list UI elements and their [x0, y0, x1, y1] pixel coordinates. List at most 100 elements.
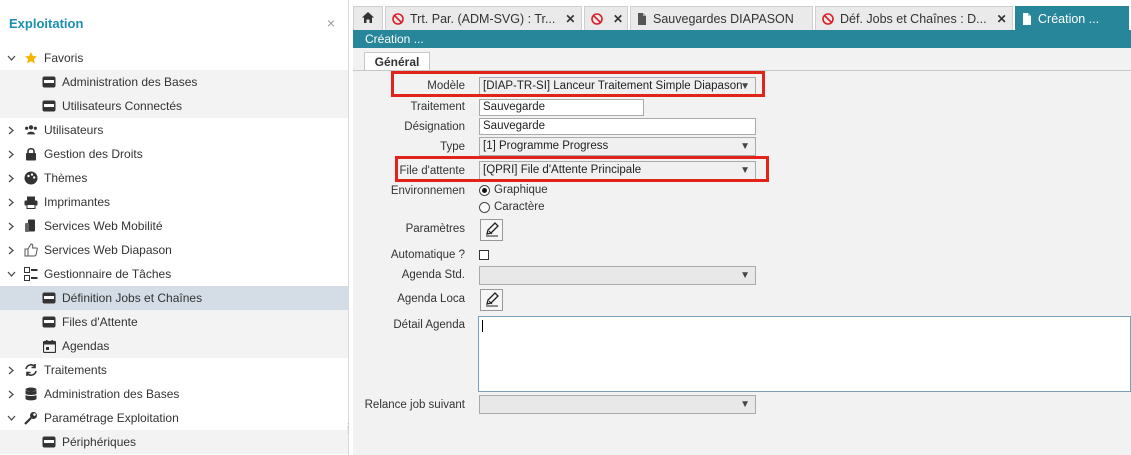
relance-select[interactable]: ▼: [479, 395, 756, 414]
blocked-icon: [822, 12, 834, 25]
sidebar-close-button[interactable]: ×: [327, 15, 335, 31]
lock-icon: [24, 147, 38, 161]
tab-close-icon[interactable]: ✕: [613, 12, 623, 26]
sidebar-item-label: Services Web Diapason: [44, 243, 172, 257]
tab-def-jobs[interactable]: Déf. Jobs et Chaînes : D... ✕: [815, 6, 1013, 30]
tab-sauvegardes[interactable]: Sauvegardes DIAPASON: [630, 6, 813, 30]
chevron-down-icon[interactable]: [4, 415, 18, 421]
wrench-icon: [24, 411, 38, 425]
radio-indicator: [479, 184, 490, 196]
sidebar-item-label: Administration des Bases: [62, 75, 198, 89]
chevron-right-icon[interactable]: [4, 174, 18, 183]
resize-grip[interactable]: ⋮ ⋮: [344, 423, 352, 445]
sidebar-item-label: Gestionnaire de Tâches: [44, 267, 172, 281]
chevron-right-icon[interactable]: [4, 366, 18, 375]
agenda-std-select[interactable]: ▼: [479, 266, 756, 285]
sidebar-item-label: Utilisateurs Connectés: [62, 99, 183, 113]
sidebar-item-definition-jobs-et-chaines[interactable]: Définition Jobs et Chaînes: [0, 286, 348, 310]
tab-home[interactable]: [353, 6, 383, 30]
users-icon: [24, 123, 38, 137]
sidebar-item-agendas[interactable]: Agendas: [0, 334, 348, 358]
tab-creation[interactable]: Création ...: [1015, 6, 1129, 30]
type-select[interactable]: [1] Programme Progress ▼: [479, 137, 756, 156]
edit-pen-icon: [484, 221, 500, 240]
chevron-down-icon[interactable]: [4, 271, 18, 277]
sidebar-item-traitements[interactable]: Traitements: [0, 358, 348, 382]
window-icon: [42, 99, 56, 113]
sidebar-item-label: Agendas: [62, 339, 110, 353]
sidebar-item-administration-des-bases[interactable]: Administration des Bases: [0, 382, 348, 406]
chevron-right-icon[interactable]: [4, 222, 18, 231]
sidebar-item-peripheriques[interactable]: Périphériques: [0, 430, 348, 454]
radio-indicator: [479, 201, 490, 213]
sidebar-item-label: Paramétrage Exploitation: [44, 411, 179, 425]
tasks-icon: [24, 267, 38, 281]
sidebar-item-themes[interactable]: Thèmes: [0, 166, 348, 190]
sidebar-item-favoris[interactable]: Favoris: [0, 46, 348, 70]
blocked-icon: [591, 12, 603, 25]
chevron-down-icon: ▼: [740, 141, 750, 152]
document-icon: [637, 12, 647, 25]
sidebar-item-label: Traitements: [44, 363, 107, 377]
calendar-icon: [42, 339, 56, 353]
radio-graphique-label: Graphique: [494, 184, 548, 196]
star-icon: [24, 51, 38, 65]
traitement-input[interactable]: Sauvegarde: [479, 99, 644, 116]
sidebar-title: Exploitation: [9, 15, 84, 31]
chevron-down-icon[interactable]: [4, 55, 18, 61]
chevron-right-icon[interactable]: [4, 126, 18, 135]
palette-icon: [24, 171, 38, 185]
parametres-button[interactable]: [480, 219, 503, 241]
sidebar-item-label: Thèmes: [44, 171, 88, 185]
chevron-right-icon[interactable]: [4, 198, 18, 207]
document-icon: [1022, 12, 1032, 25]
blocked-icon: [392, 12, 404, 25]
sidebar-item-label: Gestion des Droits: [44, 147, 143, 161]
radio-caractere[interactable]: Caractère: [479, 201, 545, 213]
window-icon: [42, 315, 56, 329]
agenda-loca-button[interactable]: [480, 289, 503, 311]
printer-icon: [24, 195, 38, 209]
tab-general[interactable]: Général: [364, 52, 430, 71]
window-icon: [42, 291, 56, 305]
window-subtitle: Création ...: [353, 30, 1131, 48]
environnement-label: Environnemen: [390, 185, 465, 197]
detail-agenda-label: Détail Agenda: [393, 319, 465, 331]
tab-creation-label: Création ...: [1038, 11, 1100, 26]
sidebar-item-services-web-diapason[interactable]: Services Web Diapason: [0, 238, 348, 262]
refresh-icon: [24, 363, 38, 377]
tab-bar: Trt. Par. (ADM-SVG) : Tr... ✕ ✕ Sauvegar…: [353, 6, 1131, 30]
sidebar-item-gestion-des-droits[interactable]: Gestion des Droits: [0, 142, 348, 166]
designation-input[interactable]: Sauvegarde: [479, 118, 756, 135]
thumb-icon: [24, 243, 38, 257]
type-label: Type: [440, 141, 465, 153]
edit-pen-icon: [484, 291, 500, 310]
chevron-right-icon[interactable]: [4, 150, 18, 159]
radio-graphique[interactable]: Graphique: [479, 184, 548, 196]
radio-caractere-label: Caractère: [494, 201, 545, 213]
sidebar-item-services-web-mobilite[interactable]: Services Web Mobilité: [0, 214, 348, 238]
designation-label: Désignation: [404, 121, 465, 133]
tab-trt-par[interactable]: Trt. Par. (ADM-SVG) : Tr... ✕: [385, 6, 582, 30]
type-value: [1] Programme Progress: [483, 140, 609, 152]
chevron-right-icon[interactable]: [4, 390, 18, 399]
detail-agenda-textarea[interactable]: [478, 316, 1131, 392]
sidebar-item-parametrage-exploitation[interactable]: Paramétrage Exploitation: [0, 406, 348, 430]
chevron-right-icon[interactable]: [4, 246, 18, 255]
sidebar-item-gestionnaire-de-taches[interactable]: Gestionnaire de Tâches: [0, 262, 348, 286]
sidebar-item-files-d-attente[interactable]: Files d'Attente: [0, 310, 348, 334]
sidebar: Exploitation × Favoris Administration des…: [0, 0, 352, 455]
tab-close-icon[interactable]: ✕: [565, 12, 575, 26]
chevron-down-icon: ▼: [740, 399, 750, 410]
parametres-label: Paramètres: [405, 223, 465, 235]
sidebar-item-administration-des-bases[interactable]: Administration des Bases: [0, 70, 348, 94]
tab-sauvegardes-label: Sauvegardes DIAPASON: [653, 11, 794, 26]
sidebar-item-label: Administration des Bases: [44, 387, 180, 401]
sidebar-item-imprimantes[interactable]: Imprimantes: [0, 190, 348, 214]
sidebar-item-utilisateurs[interactable]: Utilisateurs: [0, 118, 348, 142]
database-icon: [24, 387, 38, 401]
automatique-checkbox[interactable]: [479, 250, 489, 260]
tab-close-icon[interactable]: ✕: [997, 12, 1007, 26]
tab-blank[interactable]: ✕: [584, 6, 628, 30]
sidebar-item-utilisateurs-connectes[interactable]: Utilisateurs Connectés: [0, 94, 348, 118]
